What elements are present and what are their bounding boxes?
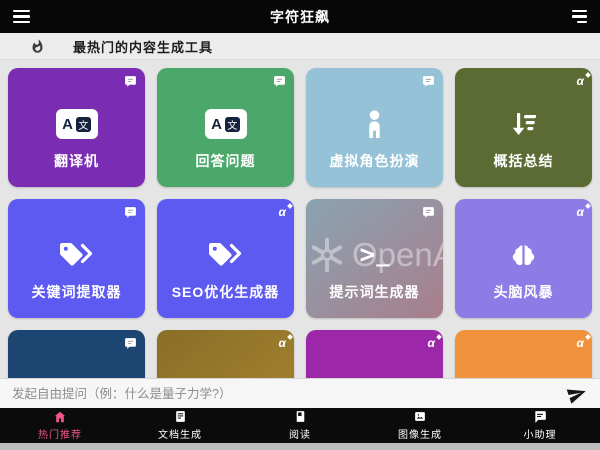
nav-item-文档生成[interactable]: 文档生成 [120,408,240,443]
card-label: 提示词生成器 [306,282,443,302]
image-icon [413,410,427,424]
tools-scroll-area[interactable]: A文翻译机A文回答问题虚拟角色扮演α概括总结关键词提取器αSEO优化生成器Ope… [0,60,600,378]
tool-card[interactable] [8,330,145,378]
alpha-badge-icon: α [279,337,286,349]
card-label: 虚拟角色扮演 [306,151,443,171]
chat-badge-icon [422,75,435,88]
translate-icon: A文 [8,101,145,147]
peek-icon [306,363,443,378]
app-title: 字符狂飙 [270,7,330,27]
list-menu-icon[interactable] [572,10,587,26]
flame-icon [30,39,45,54]
person-icon [306,101,443,147]
alpha-badge-icon: α [577,75,584,87]
app-window: 字符狂飙 最热门的内容生成工具 A文翻译机A文回答问题虚拟角色扮演α概括总结关键… [0,0,600,450]
alpha-badge-icon: α [428,337,435,349]
card-label: 关键词提取器 [8,282,145,302]
nav-label: 图像生成 [398,426,442,441]
card-label: 头脑风暴 [455,282,592,302]
tool-card-关键词提取器[interactable]: 关键词提取器 [8,199,145,318]
paper-plane-icon [564,381,589,406]
tool-card-头脑风暴[interactable]: α 头脑风暴 [455,199,592,318]
card-label: 翻译机 [8,151,145,171]
alpha-badge-icon: α [577,206,584,218]
book-icon [294,410,307,424]
nav-item-图像生成[interactable]: 图像生成 [360,408,480,443]
tool-card-回答问题[interactable]: A文回答问题 [157,68,294,187]
brain-icon [455,232,592,278]
hamburger-menu-icon[interactable] [13,10,30,26]
tags-icon [157,232,294,278]
alpha-badge-icon: α [577,337,584,349]
section-title: 最热门的内容生成工具 [73,37,213,56]
send-button[interactable] [566,383,588,405]
peek-icon [455,363,592,378]
nav-label: 阅读 [289,426,311,441]
tool-card[interactable]: α [455,330,592,378]
tool-card-虚拟角色扮演[interactable]: 虚拟角色扮演 [306,68,443,187]
summary-icon [455,101,592,147]
tags-icon [8,232,145,278]
chat-badge-icon [124,337,137,350]
free-question-input[interactable] [12,387,558,401]
nav-item-热门推荐[interactable]: 热门推荐 [0,408,120,443]
assistant-icon [533,410,547,424]
tool-card-概括总结[interactable]: α 概括总结 [455,68,592,187]
chat-badge-icon [124,75,137,88]
question-input-bar [0,378,600,408]
translate-icon: A文 [157,101,294,147]
chat-badge-icon [273,75,286,88]
tool-grid: A文翻译机A文回答问题虚拟角色扮演α概括总结关键词提取器αSEO优化生成器Ope… [0,60,600,378]
nav-item-小助理[interactable]: 小助理 [480,408,600,443]
bottom-strip [0,443,600,450]
card-label: SEO优化生成器 [157,282,294,302]
tool-card-翻译机[interactable]: A文翻译机 [8,68,145,187]
card-label: 概括总结 [455,151,592,171]
nav-item-阅读[interactable]: 阅读 [240,408,360,443]
tool-card-SEO优化生成器[interactable]: α SEO优化生成器 [157,199,294,318]
terminal-icon: >_ [306,232,443,278]
tool-card[interactable]: α [306,330,443,378]
bottom-nav: 热门推荐 文档生成 阅读 图像生成 小助理 [0,408,600,443]
nav-label: 文档生成 [158,426,202,441]
nav-label: 热门推荐 [38,426,82,441]
app-header: 字符狂飙 [0,0,600,33]
home-icon [53,410,67,424]
peek-icon [8,363,145,378]
nav-label: 小助理 [524,426,557,441]
tool-card[interactable]: α [157,330,294,378]
tool-card-提示词生成器[interactable]: OpenAI>_提示词生成器 [306,199,443,318]
alpha-badge-icon: α [279,206,286,218]
section-header: 最热门的内容生成工具 [0,33,600,60]
peek-icon [157,363,294,378]
document-icon [174,410,187,424]
chat-badge-icon [422,206,435,219]
chat-badge-icon [124,206,137,219]
card-label: 回答问题 [157,151,294,171]
